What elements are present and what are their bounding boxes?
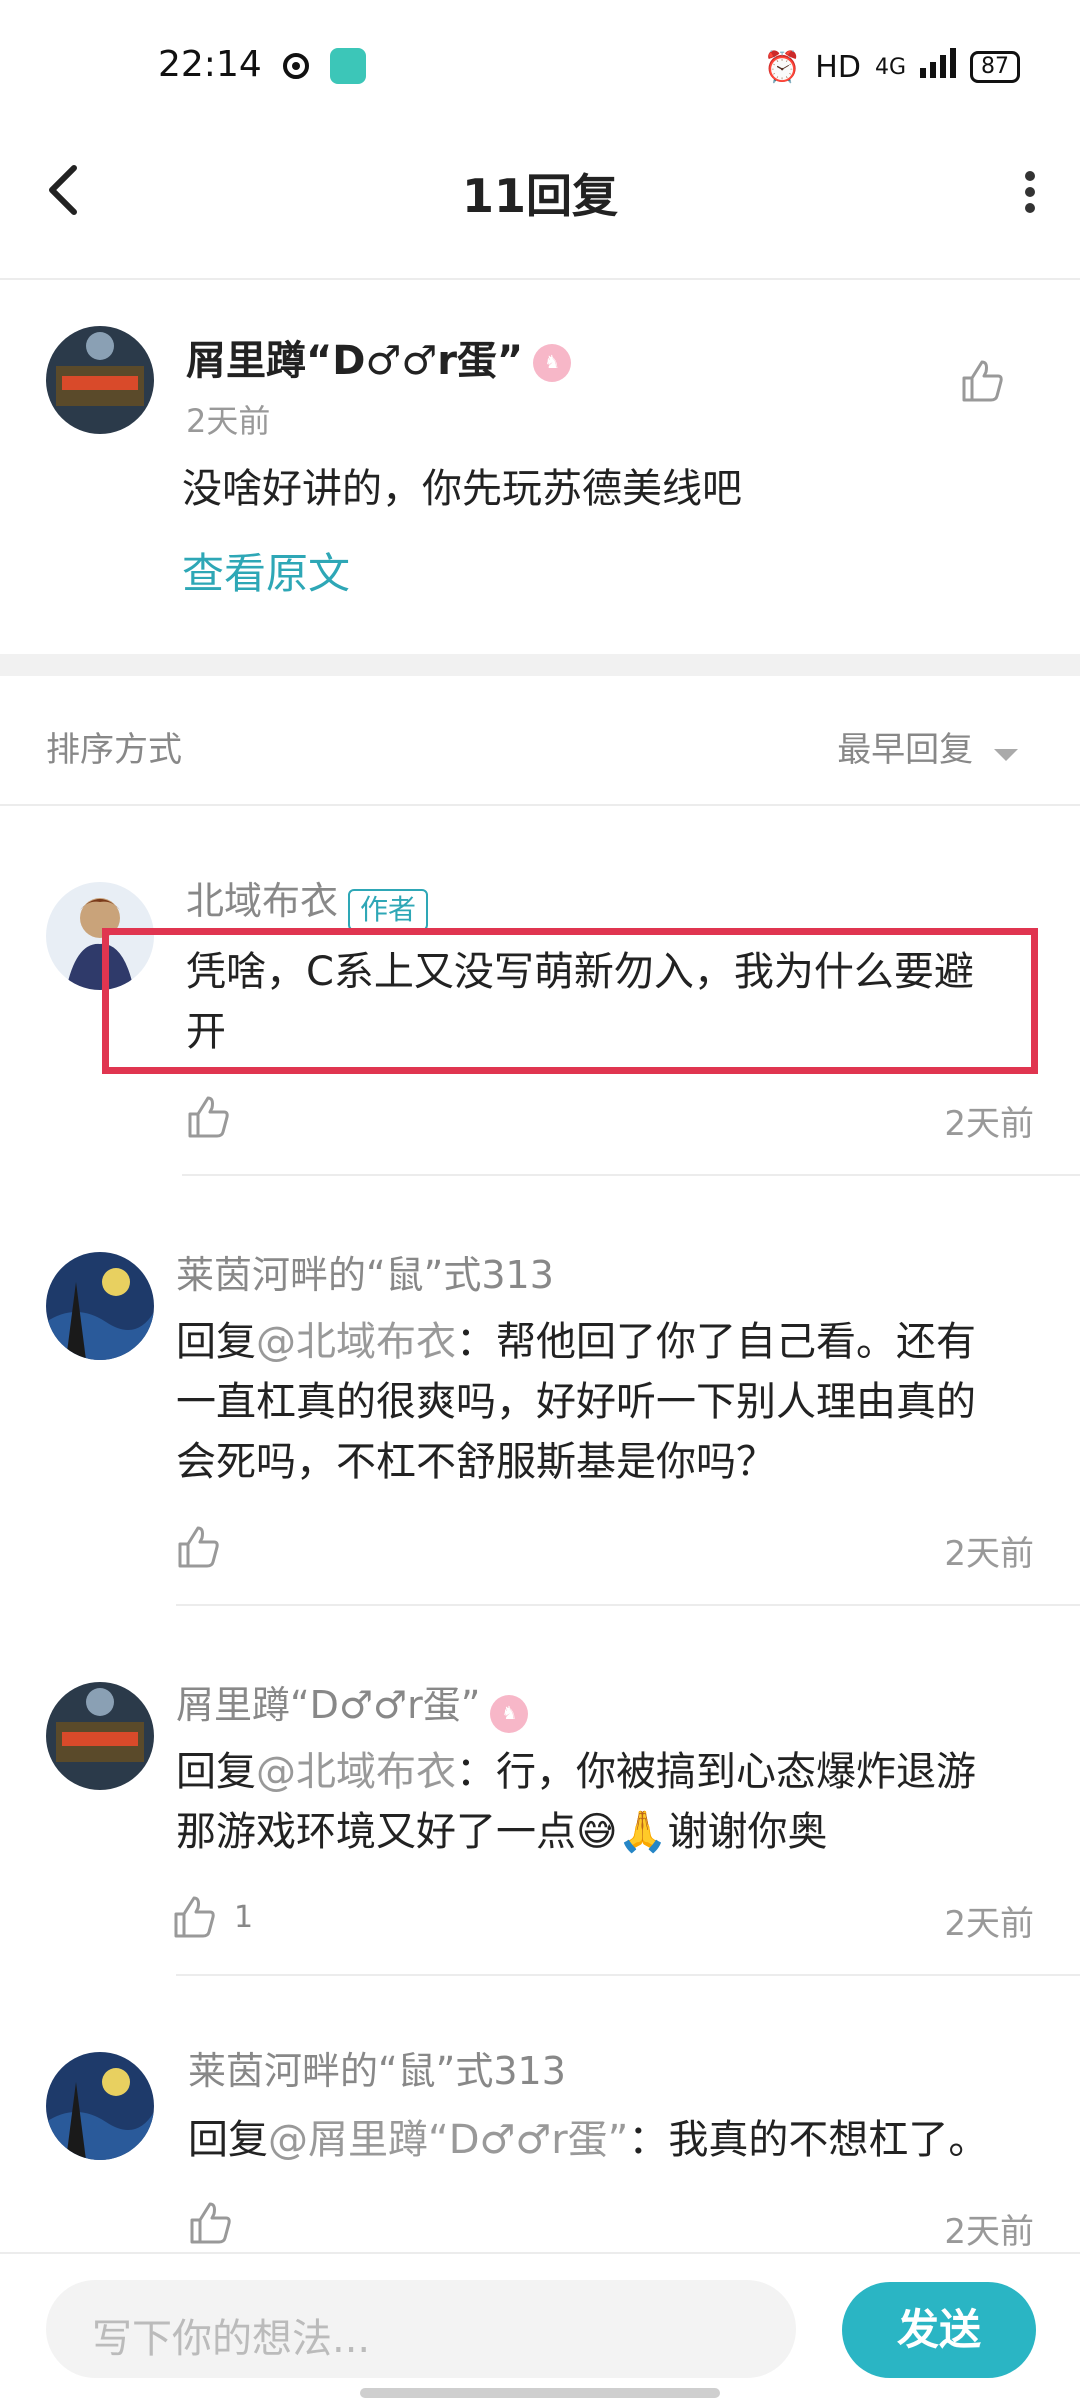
reply-header: 屑里蹲“D♂♂r蛋” ♞ bbox=[176, 1674, 529, 1733]
sort-label: 排序方式 bbox=[46, 730, 182, 770]
like-icon[interactable] bbox=[176, 1524, 222, 1570]
reply-header: 北域布衣 作者 bbox=[186, 870, 429, 931]
alarm-icon: ⏰ bbox=[763, 49, 802, 85]
reply-divider bbox=[182, 1174, 1080, 1176]
level-badge-icon: ♞ bbox=[533, 344, 572, 382]
app-notification-icon bbox=[330, 48, 366, 84]
mention-link[interactable]: @屑里蹲“D♂♂r蛋” bbox=[268, 2117, 628, 2163]
status-icons: ⏰ HD 4G 87 bbox=[764, 48, 1020, 86]
highlight-box bbox=[102, 928, 1038, 1074]
reply-text-line: 一直杠真的很爽吗，好好听一下别人理由真的 bbox=[176, 1379, 976, 1425]
reply-text-part: ：行，你被搞到心态爆炸退游 bbox=[456, 1749, 976, 1795]
avatar[interactable] bbox=[46, 1682, 154, 1790]
home-indicator[interactable] bbox=[360, 2388, 720, 2398]
sort-divider bbox=[0, 804, 1080, 806]
hd-label: HD bbox=[815, 49, 861, 85]
signal-icon bbox=[920, 48, 956, 86]
like-icon[interactable] bbox=[172, 1894, 218, 1940]
author-tag: 作者 bbox=[348, 888, 429, 931]
send-button[interactable]: 发送 bbox=[842, 2282, 1036, 2378]
status-time: 22:14 bbox=[158, 44, 262, 85]
mention-link[interactable]: @北域布衣 bbox=[256, 1319, 456, 1365]
reply-text-line: 回复@屑里蹲“D♂♂r蛋”：我真的不想杠了。 bbox=[188, 2110, 1038, 2170]
comment-text: 没啥好讲的，你先玩苏德美线吧 bbox=[182, 466, 742, 512]
reply-text-line: 回复@北域布衣：行，你被搞到心态爆炸退游 bbox=[176, 1742, 1036, 1802]
comment-input-placeholder[interactable]: 写下你的想法... bbox=[92, 2306, 370, 2364]
sync-icon bbox=[280, 50, 312, 86]
more-options-icon[interactable] bbox=[1020, 170, 1040, 214]
reply-prefix: 回复 bbox=[188, 2117, 268, 2163]
comment-time: 2天前 bbox=[186, 402, 271, 440]
reply-text-line: 会死吗，不杠不舒服斯基是你吗？ bbox=[176, 1439, 776, 1485]
view-original-link[interactable]: 查看原文 bbox=[182, 540, 350, 601]
level-badge-icon: ♞ bbox=[490, 1694, 529, 1733]
reply-text-line: 回复@北域布衣：帮他回了你了自己看。还有 bbox=[176, 1312, 1036, 1372]
reply-time: 2天前 bbox=[944, 1904, 1034, 1944]
battery-indicator: 87 bbox=[970, 51, 1020, 83]
author-name[interactable]: 屑里蹲“D♂♂r蛋” bbox=[186, 338, 523, 384]
reply-time: 2天前 bbox=[944, 2212, 1034, 2252]
page-title: 11回复 bbox=[461, 169, 618, 223]
reply-text-part: ：帮他回了你了自己看。还有 bbox=[456, 1319, 976, 1365]
reply-time: 2天前 bbox=[944, 1104, 1034, 1144]
reply-text-part: ：我真的不想杠了。 bbox=[628, 2117, 989, 2163]
reply-text: 回复@北域布衣：帮他回了你了自己看。还有 一直杠真的很爽吗，好好听一下别人理由真… bbox=[176, 1312, 1036, 1492]
like-count: 1 bbox=[234, 1899, 254, 1935]
reply-author[interactable]: 北域布衣 bbox=[186, 879, 338, 923]
reply-divider bbox=[176, 1974, 1080, 1976]
like-icon[interactable] bbox=[188, 2200, 234, 2246]
reply-time: 2天前 bbox=[944, 1534, 1034, 1574]
avatar[interactable] bbox=[46, 1252, 154, 1360]
sort-value[interactable]: 最早回复 bbox=[837, 730, 973, 770]
chevron-down-icon bbox=[994, 732, 1018, 772]
sort-dropdown[interactable]: 最早回复 bbox=[837, 722, 1018, 772]
reply-prefix: 回复 bbox=[176, 1749, 256, 1795]
reply-author[interactable]: 莱茵河畔的“鼠”式313 bbox=[176, 1244, 554, 1299]
like-icon[interactable] bbox=[186, 1094, 232, 1140]
header-divider bbox=[0, 278, 1080, 280]
reply-divider bbox=[176, 1604, 1080, 1606]
reply-author[interactable]: 屑里蹲“D♂♂r蛋” bbox=[176, 1683, 480, 1727]
comment-author[interactable]: 屑里蹲“D♂♂r蛋” ♞ bbox=[186, 328, 572, 386]
reply-text: 回复@屑里蹲“D♂♂r蛋”：我真的不想杠了。 bbox=[188, 2110, 1038, 2170]
signal-label: 4G bbox=[874, 54, 906, 80]
avatar[interactable] bbox=[46, 2052, 154, 2160]
reply-author[interactable]: 莱茵河畔的“鼠”式313 bbox=[188, 2040, 566, 2095]
avatar[interactable] bbox=[46, 326, 154, 434]
reply-text-line: 那游戏环境又好了一点😅🙏谢谢你奥 bbox=[176, 1809, 828, 1855]
section-divider bbox=[0, 654, 1080, 676]
reply-prefix: 回复 bbox=[176, 1319, 256, 1365]
like-icon[interactable] bbox=[960, 358, 1006, 404]
reply-text: 回复@北域布衣：行，你被搞到心态爆炸退游 那游戏环境又好了一点😅🙏谢谢你奥 bbox=[176, 1742, 1036, 1862]
like-control[interactable]: 1 bbox=[172, 1894, 253, 1940]
mention-link[interactable]: @北域布衣 bbox=[256, 1749, 456, 1795]
